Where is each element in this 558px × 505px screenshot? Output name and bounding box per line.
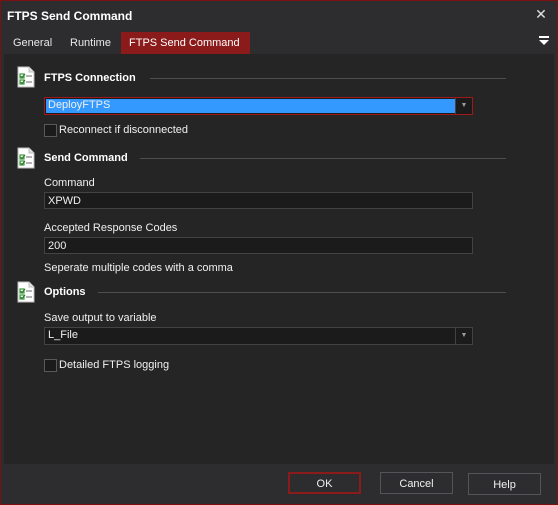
section-divider xyxy=(140,158,506,159)
section-divider xyxy=(98,292,506,293)
tab-ftps-send-command[interactable]: FTPS Send Command xyxy=(121,32,250,54)
window-title: FTPS Send Command xyxy=(7,9,133,23)
close-icon[interactable]: ✕ xyxy=(533,6,549,22)
section-divider xyxy=(150,78,506,79)
detailed-logging-checkbox[interactable] xyxy=(44,359,57,372)
tab-general[interactable]: General xyxy=(7,32,58,54)
title-bar: FTPS Send Command ✕ xyxy=(1,1,557,30)
checklist-document-icon xyxy=(17,281,35,303)
help-button[interactable]: Help xyxy=(468,473,541,495)
command-label: Command xyxy=(44,177,95,189)
dialog-footer: OK Cancel Help xyxy=(1,464,557,504)
save-output-select[interactable]: L_File ▼ xyxy=(44,327,473,345)
tab-content: FTPS Connection DeployFTPS ▼ Reconnect i… xyxy=(4,54,554,464)
ok-button[interactable]: OK xyxy=(288,472,361,494)
dialog-window: FTPS Send Command ✕ General Runtime FTPS… xyxy=(0,0,558,505)
reconnect-checkbox[interactable] xyxy=(44,124,57,137)
codes-hint-text: Seperate multiple codes with a comma xyxy=(44,262,233,274)
save-output-value: L_File xyxy=(48,329,78,341)
tab-runtime[interactable]: Runtime xyxy=(64,32,117,54)
section-title-options: Options xyxy=(44,286,86,298)
checklist-document-icon xyxy=(17,66,35,88)
checklist-document-icon xyxy=(17,147,35,169)
chevron-down-icon[interactable]: ▼ xyxy=(455,98,472,114)
reconnect-label: Reconnect if disconnected xyxy=(59,124,189,136)
tab-bar: General Runtime FTPS Send Command xyxy=(1,31,557,54)
accepted-codes-label: Accepted Response Codes xyxy=(44,222,178,234)
save-output-label: Save output to variable xyxy=(44,312,157,324)
ftps-connection-value: DeployFTPS xyxy=(48,99,111,111)
tab-menu-icon[interactable] xyxy=(539,36,549,46)
accepted-codes-input[interactable]: 200 xyxy=(44,237,473,254)
section-title-ftps-connection: FTPS Connection xyxy=(44,72,136,84)
command-input[interactable]: XPWD xyxy=(44,192,473,209)
ftps-connection-select[interactable]: DeployFTPS ▼ xyxy=(44,97,473,115)
chevron-down-icon[interactable]: ▼ xyxy=(455,328,472,344)
section-title-send-command: Send Command xyxy=(44,152,128,164)
detailed-logging-label: Detailed FTPS logging xyxy=(59,359,170,371)
cancel-button[interactable]: Cancel xyxy=(380,472,453,494)
